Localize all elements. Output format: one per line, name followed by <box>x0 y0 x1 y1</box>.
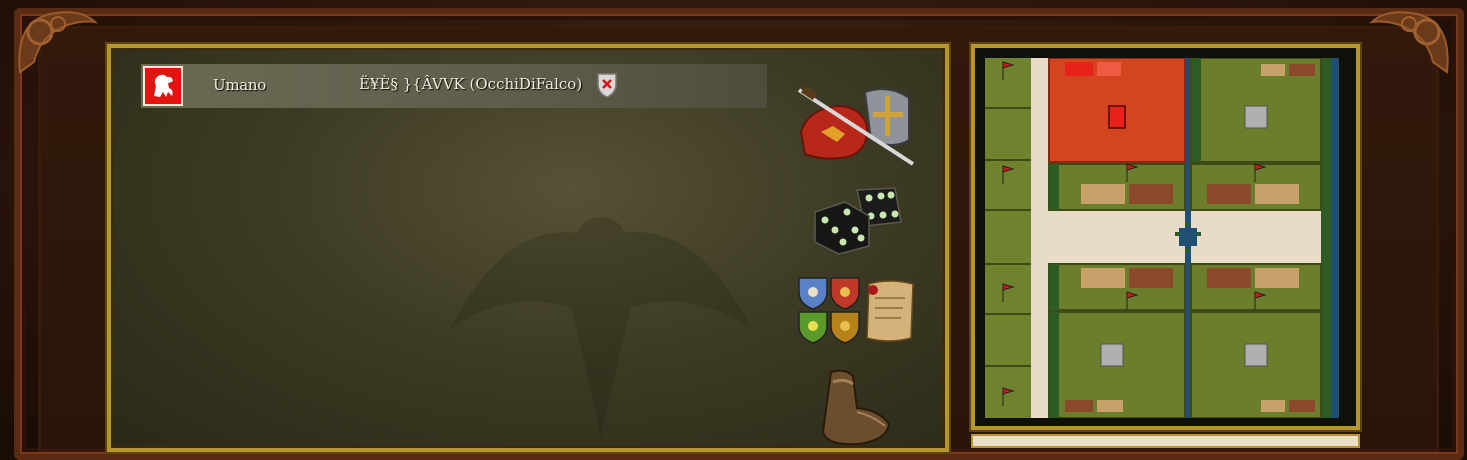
dice-icon[interactable] <box>811 186 906 256</box>
scroll-icon[interactable] <box>863 278 919 344</box>
celtic-knot-corner-icon <box>18 11 98 74</box>
team-shields-icon[interactable] <box>795 274 865 346</box>
player-lobby-panel: Umano Ë¥È§ }{ÂVVK (OcchiDiFalco) <box>107 44 949 452</box>
player-name-label: Ë¥È§ }{ÂVVK (OcchiDiFalco) <box>359 75 583 93</box>
map-info-strip <box>971 434 1360 448</box>
player-slot-row[interactable]: Umano Ë¥È§ }{ÂVVK (OcchiDiFalco) <box>141 64 767 108</box>
map-preview-panel <box>971 44 1360 430</box>
map-preview[interactable] <box>985 58 1339 418</box>
boot-icon[interactable] <box>811 368 893 448</box>
kick-player-icon[interactable] <box>596 72 618 98</box>
celtic-knot-corner-icon <box>1369 11 1449 74</box>
player-type-label[interactable]: Umano <box>213 76 266 94</box>
player-lion-crest-icon <box>143 66 183 106</box>
crossed-sword-helmet-icon[interactable] <box>797 82 917 168</box>
eagle-emblem-watermark-icon <box>451 217 751 438</box>
